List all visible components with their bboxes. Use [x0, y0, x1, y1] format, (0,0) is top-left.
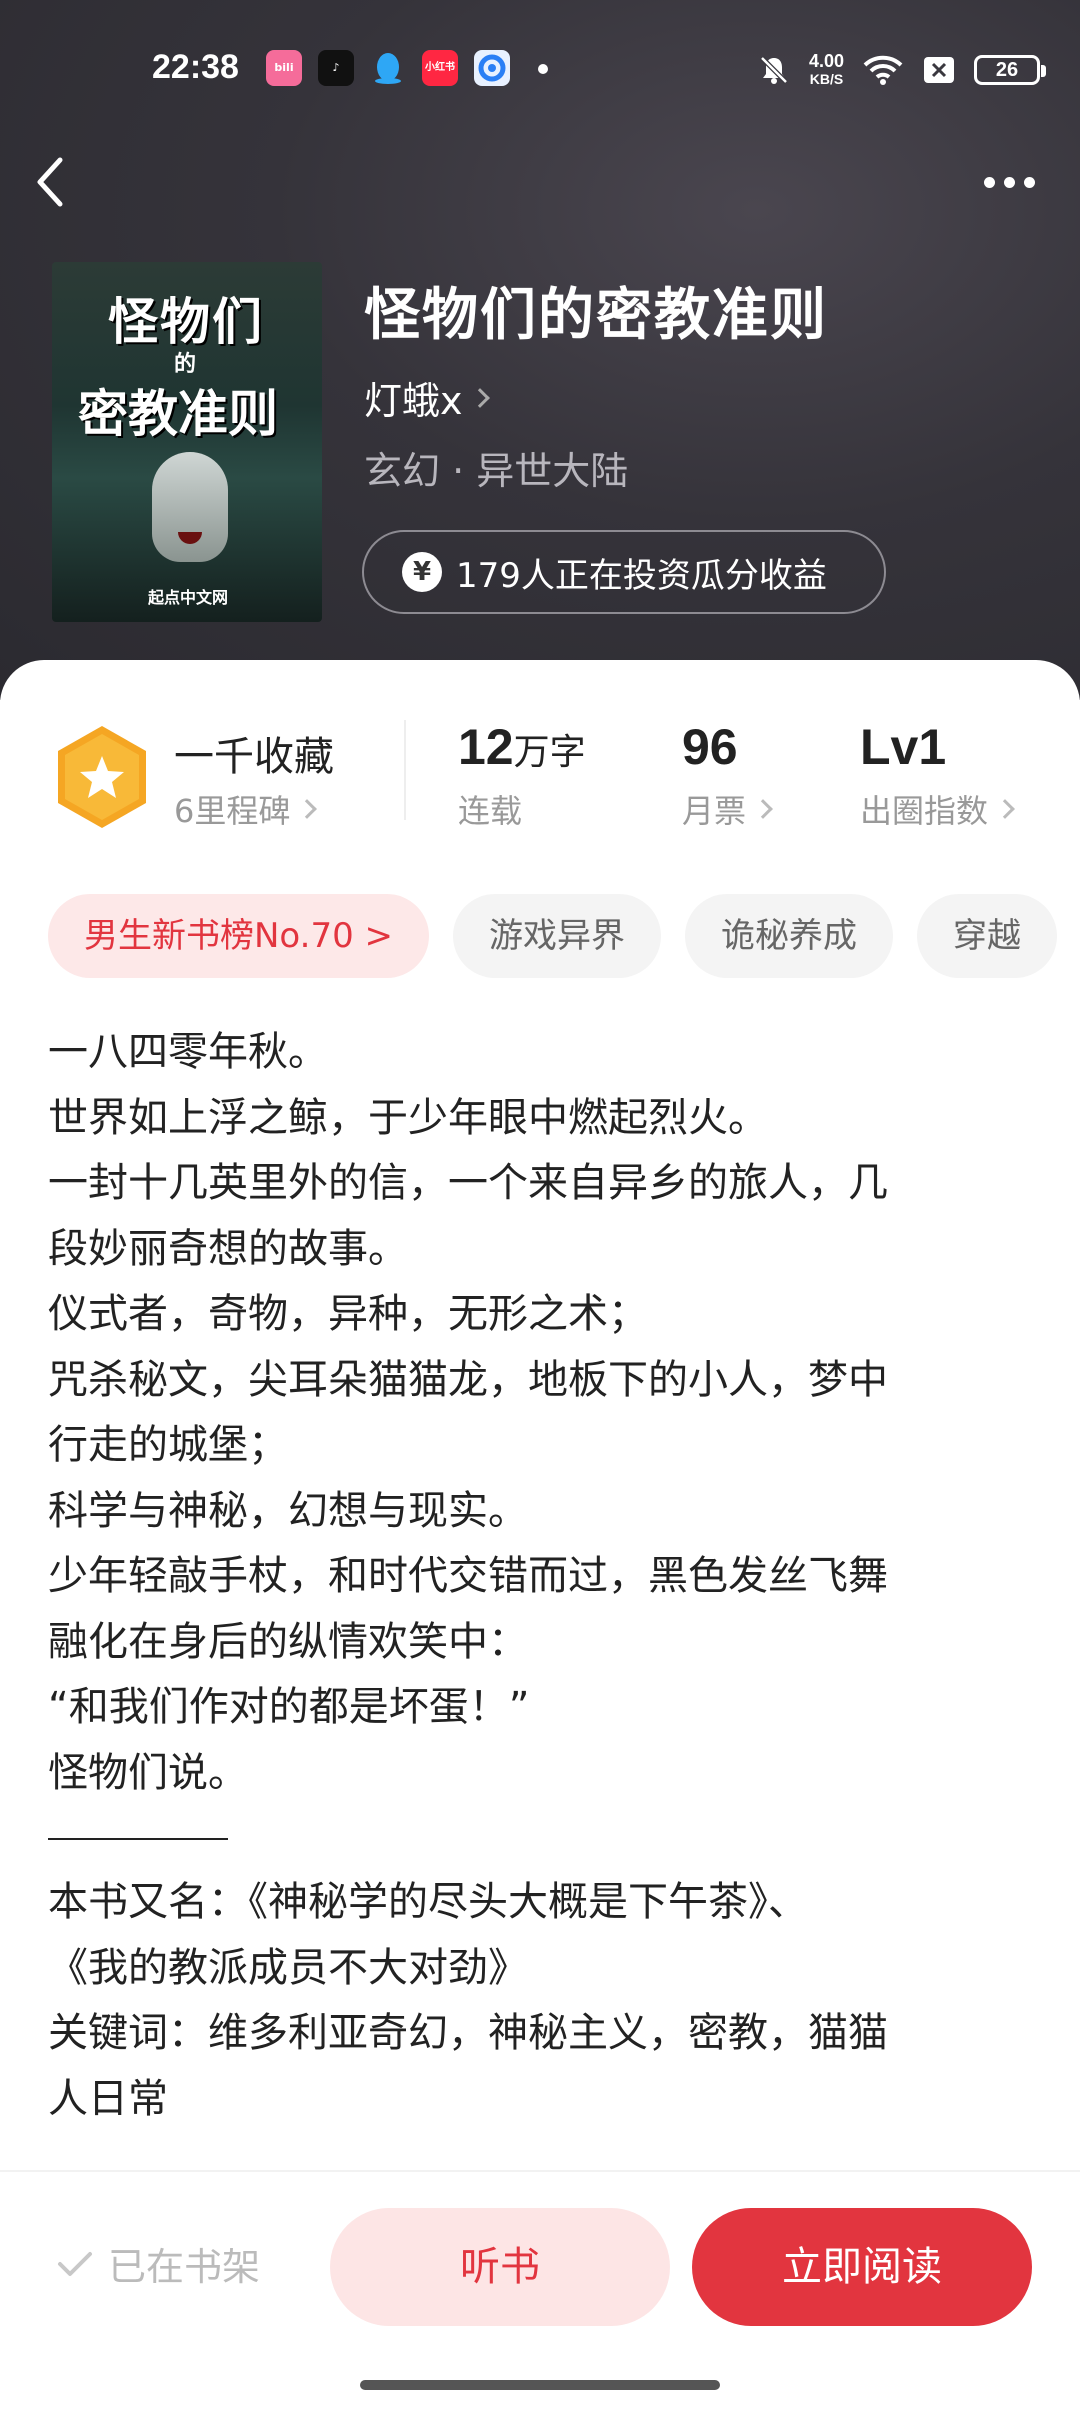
invest-text: 179人正在投资瓜分收益 [456, 555, 827, 596]
author-link[interactable]: 灯蛾x [364, 370, 490, 425]
synopsis-line: 少年轻敲手杖，和时代交错而过，黑色发丝飞舞 [48, 1553, 888, 1599]
cover-illustration [152, 452, 228, 562]
synopsis-line: 行走的城堡； [48, 1422, 288, 1468]
popularity-stat[interactable]: Lv1 出圈指数 [860, 718, 1015, 832]
home-indicator[interactable] [360, 2380, 720, 2390]
monthly-ticket-label-row: 月票 [682, 786, 773, 832]
chevron-right-icon [995, 799, 1015, 819]
tag-item[interactable]: 游戏异界 [453, 894, 662, 978]
status-bar: 22:38 bili ♪ 小红书 4.00 KB/S 26 [0, 40, 1080, 100]
in-shelf-button[interactable]: 已在书架 [56, 2236, 260, 2291]
mute-icon [760, 56, 788, 84]
browser-icon [474, 50, 510, 86]
synopsis-line: 怪物们说。 [48, 1749, 248, 1796]
milestone-label: 6里程碑 [174, 792, 291, 830]
tag-item[interactable]: 穿越 [917, 894, 1058, 978]
invest-button[interactable]: ¥ 179人正在投资瓜分收益 [362, 530, 886, 614]
ranking-tag[interactable]: 男生新书榜No.70 > [48, 894, 430, 978]
more-dot-icon [983, 176, 995, 188]
in-shelf-label: 已在书架 [108, 2245, 261, 2289]
qq-icon [370, 50, 406, 86]
network-speed: 4.00 KB/S [809, 52, 844, 88]
synopsis-line: 科学与神秘，幻想与现实。 [48, 1487, 528, 1534]
star-badge-icon[interactable] [52, 722, 152, 832]
milestone-link[interactable]: 6里程碑 [174, 786, 318, 832]
chevron-left-icon [37, 157, 63, 207]
serial-status: 连载 [458, 786, 586, 832]
cover-title-line1: 怪物们 [108, 292, 264, 351]
synopsis-line: 世界如上浮之鲸，于少年眼中燃起烈火。 [48, 1094, 768, 1141]
popularity-value: Lv1 [860, 719, 947, 775]
synopsis-line: 《我的教派成员不大对劲》 [48, 1944, 528, 1991]
synopsis-line: 咒杀秘文，尖耳朵猫猫龙，地板下的小人，梦中 [48, 1356, 888, 1403]
synopsis-line: 一封十几英里外的信，一个来自异乡的旅人，几 [48, 1160, 888, 1206]
more-dot-icon [1003, 176, 1015, 188]
more-dot-icon [1023, 176, 1035, 188]
serial-status-label: 连载 [458, 792, 523, 830]
action-bar-divider [0, 2170, 1080, 2172]
synopsis-line: “和我们作对的都是坏蛋！” [48, 1684, 530, 1730]
synopsis-separator [48, 1838, 228, 1840]
read-now-button[interactable]: 立即阅读 [692, 2208, 1032, 2326]
chevron-right-icon [297, 799, 318, 819]
book-genre: 玄幻 · 异世大陆 [364, 449, 629, 493]
net-speed-unit: KB/S [809, 71, 844, 87]
status-right: 4.00 KB/S 26 [757, 46, 1046, 94]
back-button[interactable] [28, 150, 72, 214]
book-title: 怪物们的密教准则 [364, 283, 828, 348]
synopsis-line: 人日常 [48, 2075, 168, 2122]
word-count-unit: 万字 [513, 732, 586, 773]
chevron-right-icon [469, 387, 490, 408]
synopsis-line: 关键词：维多利亚奇幻，神秘主义，密教，猫猫 [48, 2010, 888, 2056]
collection-title[interactable]: 一千收藏 [174, 724, 334, 782]
monthly-ticket-label: 月票 [682, 792, 747, 830]
synopsis-line: 一八四零年秋。 [48, 1029, 328, 1075]
tag-item[interactable]: 诡秘养成 [685, 894, 894, 978]
net-speed-value: 4.00 [808, 51, 844, 71]
tiktok-icon: ♪ [318, 50, 354, 86]
synopsis-line: 仪式者，奇物，异种，无形之术； [48, 1291, 648, 1337]
synopsis-line: 融化在身后的纵情欢笑中： [48, 1618, 528, 1665]
cover-title-line3: 密教准则 [78, 384, 278, 443]
wifi-icon [863, 55, 903, 85]
status-time: 22:38 [152, 48, 239, 86]
sim-off-icon [924, 57, 954, 83]
author-name: 灯蛾x [364, 379, 463, 423]
check-icon [58, 2251, 92, 2276]
xiaohongshu-icon: 小红书 [422, 50, 458, 86]
chevron-right-icon [753, 799, 773, 819]
monthly-ticket-value: 96 [682, 719, 738, 775]
notification-dot [538, 64, 548, 74]
stats-divider [404, 720, 406, 820]
popularity-label: 出圈指数 [860, 792, 989, 830]
listen-button[interactable]: 听书 [330, 2208, 670, 2326]
book-header: 22:38 bili ♪ 小红书 4.00 KB/S 26 怪物们 的 密教准则… [0, 0, 1080, 700]
yen-icon: ¥ [402, 552, 442, 592]
cover-publisher: 起点中文网 [148, 588, 229, 607]
word-count-value: 12万字 [458, 718, 586, 776]
word-count-number: 12 [458, 719, 514, 775]
word-count-stat: 12万字 连载 [458, 718, 586, 832]
more-options-button[interactable] [974, 162, 1044, 202]
battery-indicator: 26 [974, 55, 1046, 85]
monthly-ticket-stat[interactable]: 96 月票 [682, 718, 773, 832]
synopsis[interactable]: 一八四零年秋。 世界如上浮之鲸，于少年眼中燃起烈火。 一封十几英里外的信，一个来… [48, 1020, 1028, 2132]
book-cover[interactable]: 怪物们 的 密教准则 起点中文网 [52, 262, 322, 622]
popularity-label-row: 出圈指数 [860, 786, 1015, 832]
tag-row: 男生新书榜No.70 > 游戏异界 诡秘养成 穿越 [48, 894, 1058, 978]
bilibili-icon: bili [266, 50, 302, 86]
synopsis-line: 本书又名：《神秘学的尽头大概是下午茶》、 [48, 1879, 808, 1925]
synopsis-line: 段妙丽奇想的故事。 [48, 1225, 408, 1272]
